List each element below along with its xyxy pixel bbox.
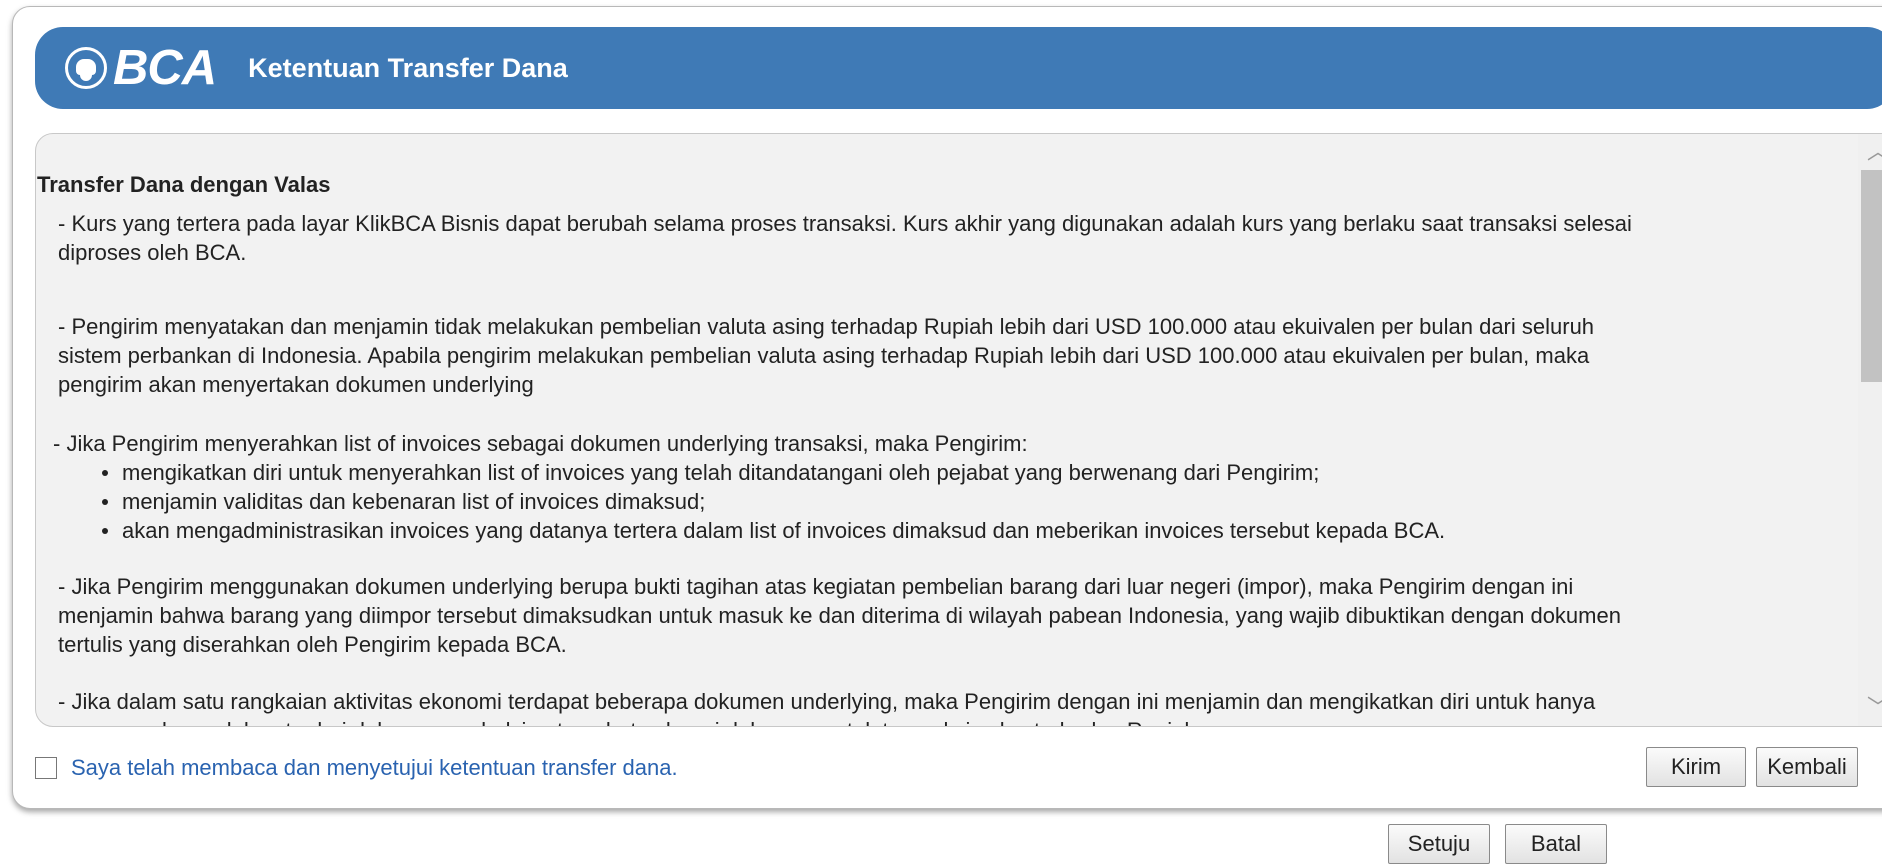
- agreement-label[interactable]: Saya telah membaca dan menyetujui ketent…: [71, 755, 678, 781]
- agreement-checkbox[interactable]: [35, 757, 57, 779]
- terms-paragraph-impor: - Jika Pengirim menggunakan dokumen unde…: [58, 574, 1621, 657]
- terms-paragraph-pembelian-valuta: - Pengirim menyatakan dan menjamin tidak…: [58, 314, 1595, 397]
- kembali-button[interactable]: Kembali: [1756, 747, 1858, 787]
- list-item: menjamin validitas dan kebenaran list of…: [94, 487, 1445, 516]
- terms-paragraph-rangkaian: - Jika dalam satu rangkaian aktivitas ek…: [58, 689, 1596, 726]
- scroll-up-icon[interactable]: ︿: [1858, 134, 1882, 170]
- dialog-title: Ketentuan Transfer Dana: [248, 52, 568, 83]
- setuju-button[interactable]: Setuju: [1388, 824, 1490, 864]
- bca-emblem-icon: [65, 47, 107, 89]
- terms-content: Transfer Dana dengan Valas - Kurs yang t…: [36, 134, 1841, 726]
- bca-logo-text: BCA: [113, 40, 217, 95]
- scroll-down-icon[interactable]: ﹀: [1858, 690, 1882, 726]
- dialog-header: BCA Ketentuan Transfer Dana: [35, 27, 1882, 109]
- list-item: akan mengadministrasikan invoices yang d…: [94, 516, 1445, 545]
- terms-paragraph-list-invoices: - Jika Pengirim menyerahkan list of invo…: [53, 431, 1028, 456]
- agreement-row: Saya telah membaca dan menyetujui ketent…: [35, 755, 678, 781]
- terms-title: Transfer Dana dengan Valas: [37, 172, 331, 197]
- kirim-button[interactable]: Kirim: [1646, 747, 1746, 787]
- bca-logo: BCA: [65, 40, 217, 95]
- list-item: mengikatkan diri untuk menyerahkan list …: [94, 458, 1445, 487]
- terms-paragraph-kurs: - Kurs yang tertera pada layar KlikBCA B…: [58, 211, 1632, 265]
- batal-button[interactable]: Batal: [1505, 824, 1607, 864]
- terms-scroll-area[interactable]: Transfer Dana dengan Valas - Kurs yang t…: [35, 133, 1882, 727]
- invoices-bullet-list: mengikatkan diri untuk menyerahkan list …: [94, 458, 1445, 545]
- scroll-thumb[interactable]: [1861, 170, 1882, 382]
- terms-scrollbar[interactable]: ︿ ﹀: [1858, 134, 1882, 726]
